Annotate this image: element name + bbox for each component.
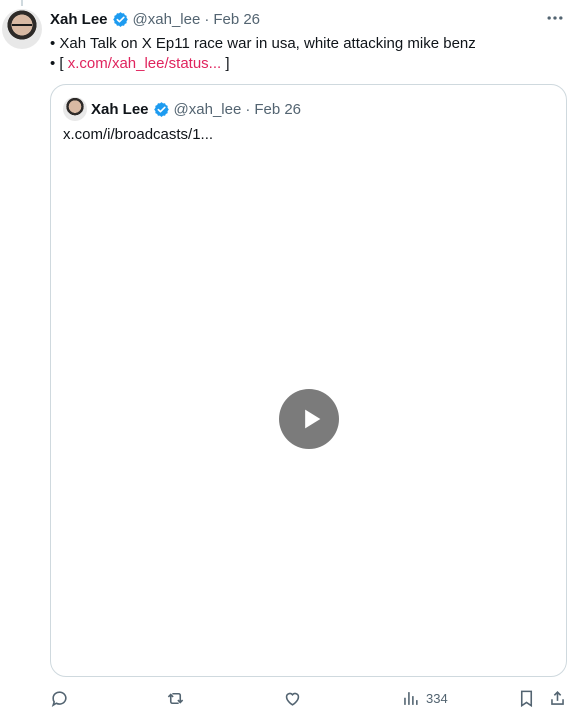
tweet-line-2: • [ x.com/xah_lee/status... ] xyxy=(50,54,550,74)
quoted-tweet-body: x.com/i/broadcasts/1... xyxy=(63,126,214,143)
tweet-date[interactable]: Feb 26 xyxy=(213,11,260,28)
verified-icon xyxy=(153,101,169,117)
quoted-tweet-header: Xah Lee @xah_lee · Feb 26 xyxy=(63,97,301,121)
quoted-author-handle[interactable]: @xah_lee xyxy=(174,101,242,118)
thread-line xyxy=(21,0,23,6)
quoted-separator: · xyxy=(245,100,251,118)
views-count: 334 xyxy=(426,691,448,706)
play-button[interactable] xyxy=(279,389,339,449)
quoted-author-name[interactable]: Xah Lee xyxy=(91,101,149,118)
bookmark-button[interactable] xyxy=(517,689,536,708)
verified-icon xyxy=(112,12,128,27)
like-button[interactable] xyxy=(283,689,302,708)
quoted-tweet-card[interactable]: Xah Lee @xah_lee · Feb 26 x.com/i/broadc… xyxy=(50,84,567,677)
bracket-close: ] xyxy=(225,55,230,72)
views-icon xyxy=(404,692,418,705)
tweet-header: Xah Lee @xah_lee · Feb 26 xyxy=(50,11,260,28)
tweet-actions: 334 xyxy=(50,689,567,711)
quoted-date[interactable]: Feb 26 xyxy=(254,101,301,118)
meta-separator: · xyxy=(204,11,210,28)
bookmark-icon xyxy=(520,690,533,708)
reply-button[interactable] xyxy=(50,689,69,708)
share-icon xyxy=(551,691,564,705)
share-button[interactable] xyxy=(548,689,567,708)
author-handle[interactable]: @xah_lee xyxy=(133,11,201,28)
quoted-avatar[interactable] xyxy=(63,97,87,121)
play-icon xyxy=(305,409,321,429)
status-link[interactable]: x.com/xah_lee/status... xyxy=(68,55,221,72)
like-icon xyxy=(285,692,300,706)
more-options-button[interactable] xyxy=(545,8,565,28)
reply-icon xyxy=(51,691,67,708)
tweet-line-1: • Xah Talk on X Ep11 race war in usa, wh… xyxy=(50,35,476,52)
tweet-text: • Xah Talk on X Ep11 race war in usa, wh… xyxy=(50,34,550,74)
author-name[interactable]: Xah Lee xyxy=(50,11,108,28)
more-icon xyxy=(547,16,563,20)
repost-icon xyxy=(167,692,184,705)
views-button[interactable]: 334 xyxy=(401,689,448,708)
repost-button[interactable] xyxy=(166,689,185,708)
bracket-open: • [ xyxy=(50,55,64,72)
avatar[interactable] xyxy=(2,9,42,49)
